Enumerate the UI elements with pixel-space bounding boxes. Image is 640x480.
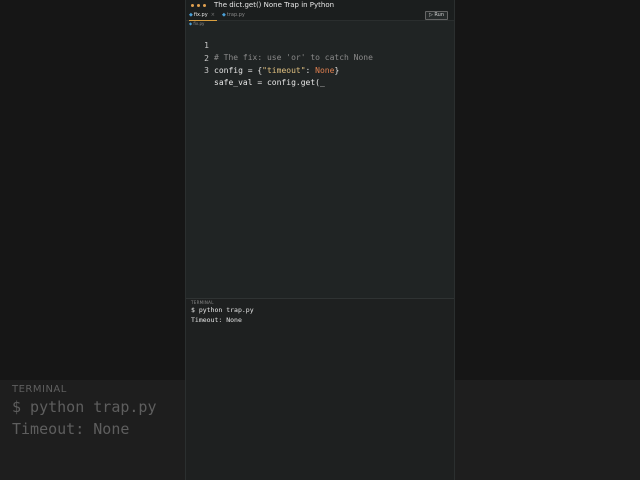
code-keyword: None [315, 66, 335, 75]
run-label: Run [434, 12, 444, 18]
python-file-icon: ◆ [222, 12, 226, 18]
terminal-line: Timeout: None [191, 316, 242, 324]
window-dot-icon[interactable] [203, 4, 206, 7]
python-file-icon: ◆ [189, 21, 193, 26]
run-button[interactable]: ▷ Run [424, 11, 448, 20]
tab-bar: ◆fix.py × ◆trap.py [186, 11, 454, 21]
terminal-title: TERMINAL [191, 300, 214, 305]
code-token: : [305, 66, 316, 75]
tab-fix-py[interactable]: ◆fix.py × [189, 11, 217, 21]
close-icon[interactable]: × [211, 12, 215, 18]
background-terminal-line: $ python trap.py [12, 398, 157, 416]
code-editor[interactable]: 1 # The fix: use 'or' to catch None 2 co… [186, 27, 454, 297]
window-title: The dict.get() None Trap in Python [214, 1, 335, 9]
window-dot-icon[interactable] [197, 4, 200, 7]
code-line: 1 # The fix: use 'or' to catch None [186, 28, 454, 62]
code-text: config = {"timeout": None} [214, 65, 339, 77]
breadcrumb-label: fix.py [193, 21, 205, 26]
window-dot-icon[interactable] [191, 4, 194, 7]
tab-label: trap.py [226, 12, 245, 18]
breadcrumb: ◆ fix.py [189, 21, 204, 26]
background-terminal-line: Timeout: None [12, 420, 130, 438]
code-string: "timeout" [262, 66, 306, 75]
play-icon: ▷ [428, 12, 433, 18]
tab-label: fix.py [193, 12, 208, 18]
code-token: } [334, 66, 340, 75]
python-file-icon: ◆ [189, 12, 193, 18]
title-bar: The dict.get() None Trap in Python [186, 0, 454, 11]
code-line: 3 safe_val = config.get(_ [186, 53, 454, 87]
background-terminal-title: TERMINAL [12, 384, 67, 395]
terminal-panel[interactable]: TERMINAL $ python trap.py Timeout: None [186, 299, 454, 480]
code-line: 2 config = {"timeout": None} [186, 41, 454, 75]
code-token: config = { [214, 66, 263, 75]
tab-trap-py[interactable]: ◆trap.py [222, 11, 250, 20]
editor-window: The dict.get() None Trap in Python ◆fix.… [185, 0, 455, 480]
code-text: safe_val = config.get(_ [214, 78, 325, 87]
terminal-line: $ python trap.py [191, 306, 254, 314]
line-number: 3 [204, 66, 209, 75]
